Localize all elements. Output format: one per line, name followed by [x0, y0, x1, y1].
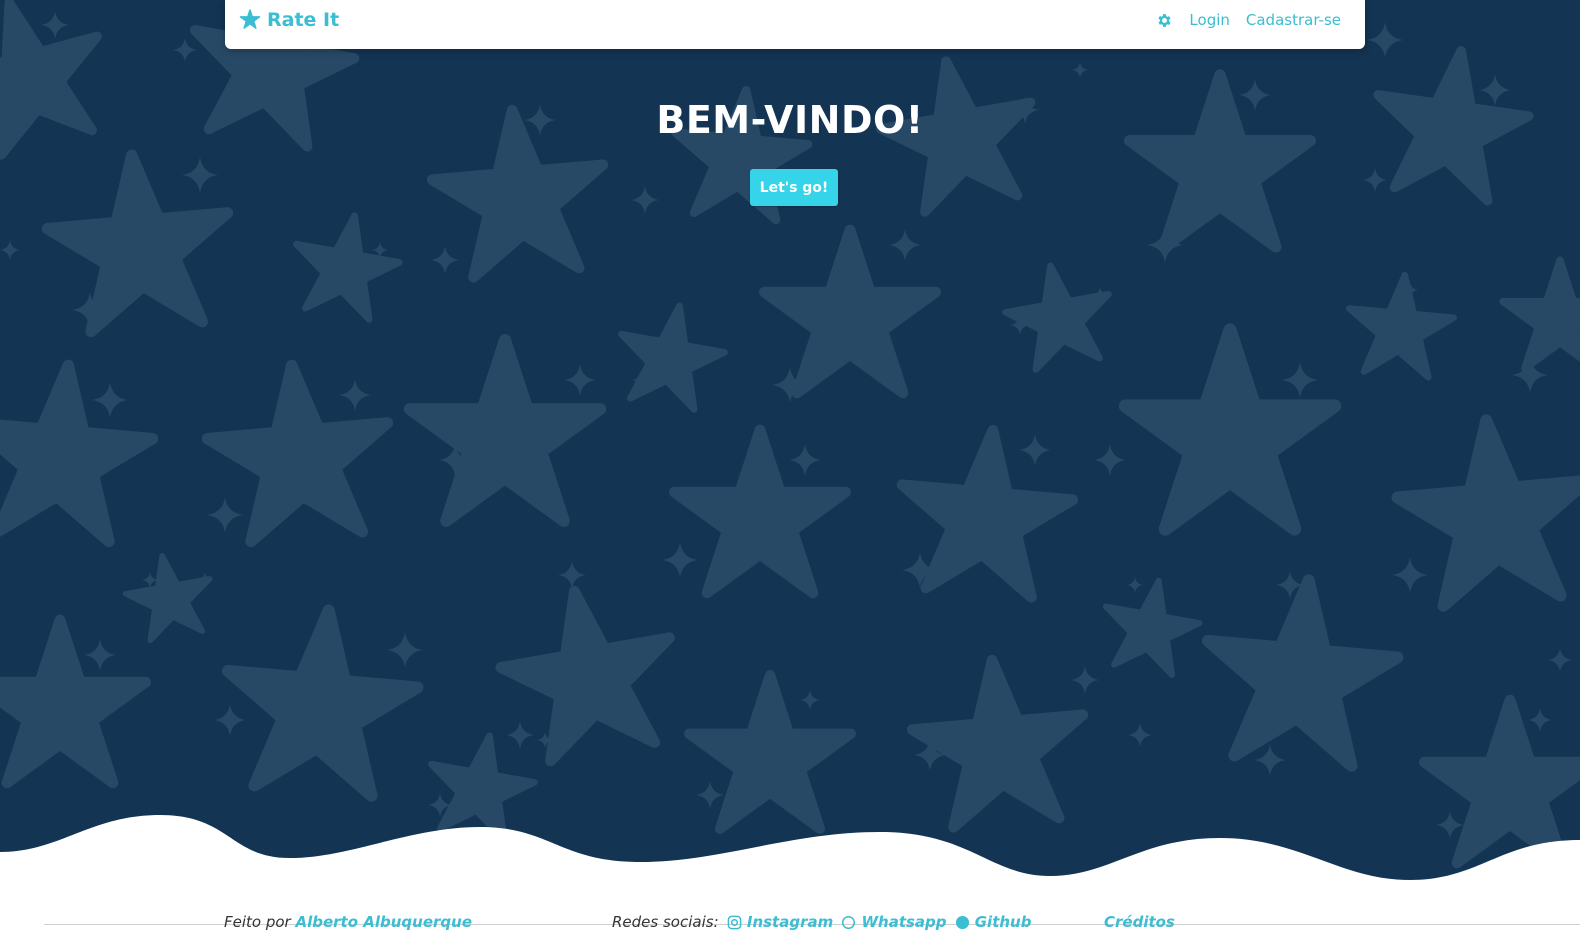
footer-social: Redes sociais: Instagram Whatsapp Github [612, 913, 1031, 931]
social-label: Redes sociais: [612, 913, 719, 931]
star-icon [239, 9, 261, 29]
github-icon [955, 915, 969, 930]
instagram-link[interactable]: Instagram [727, 913, 833, 931]
gear-icon[interactable] [1156, 12, 1173, 29]
login-link[interactable]: Login [1189, 11, 1229, 29]
signup-link[interactable]: Cadastrar-se [1246, 11, 1341, 29]
instagram-icon [727, 915, 741, 930]
brand-link[interactable]: Rate It [239, 9, 339, 31]
brand-name: Rate It [267, 9, 340, 31]
footer-made-by: Feito por Alberto Albuquerque [224, 913, 472, 931]
welcome-title: BEM-VINDO! [656, 98, 924, 142]
whatsapp-icon [842, 915, 856, 930]
hero-section: Rate It Login Cadastrar-se BEM-VINDO! Le… [0, 0, 1580, 900]
credits-link[interactable]: Créditos [1104, 913, 1175, 931]
github-link[interactable]: Github [955, 913, 1031, 931]
navbar: Rate It Login Cadastrar-se [225, 0, 1365, 49]
lets-go-button[interactable]: Let's go! [750, 169, 838, 206]
whatsapp-link[interactable]: Whatsapp [841, 913, 947, 931]
made-by-label: Feito por [224, 913, 291, 931]
nav-actions: Login Cadastrar-se [1156, 11, 1341, 29]
author-link[interactable]: Alberto Albuquerque [296, 913, 473, 931]
footer: Feito por Alberto Albuquerque Redes soci… [0, 905, 1580, 932]
